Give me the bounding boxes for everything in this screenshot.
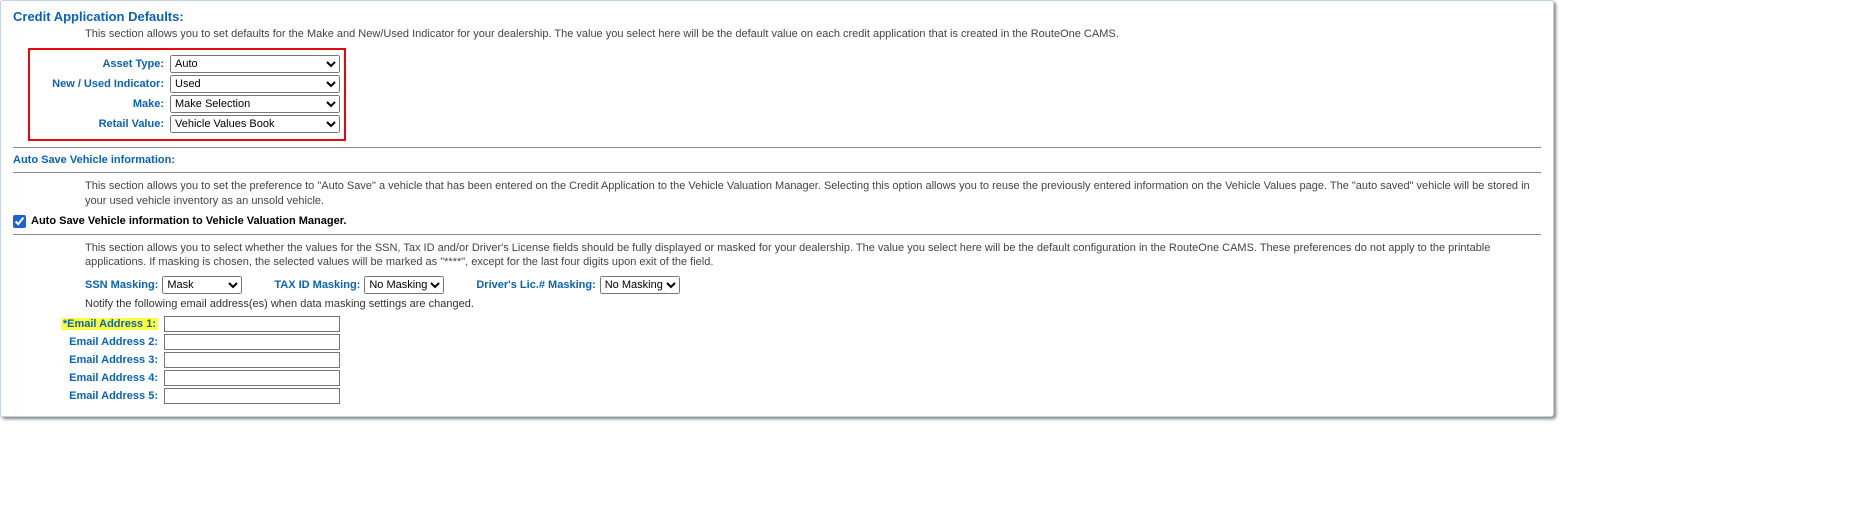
tax-masking-select[interactable]: No Masking	[364, 276, 444, 294]
make-label: Make:	[34, 98, 170, 110]
new-used-label: New / Used Indicator:	[34, 78, 170, 90]
email-4-input[interactable]	[164, 370, 340, 386]
make-select[interactable]: Make Selection	[170, 95, 340, 113]
masking-row: SSN Masking: Mask TAX ID Masking: No Mas…	[13, 276, 1541, 294]
autosave-title: Auto Save Vehicle information:	[13, 154, 1541, 166]
email-4-label: Email Address 4:	[28, 372, 164, 384]
email-1-label: *Email Address 1:	[28, 318, 164, 330]
new-used-select[interactable]: Used	[170, 75, 340, 93]
dl-masking-select[interactable]: No Masking	[600, 276, 680, 294]
asset-type-select[interactable]: Auto	[170, 55, 340, 73]
divider	[13, 234, 1541, 235]
email-2-input[interactable]	[164, 334, 340, 350]
masking-description: This section allows you to select whethe…	[85, 241, 1541, 271]
defaults-highlight-box: Asset Type: Auto New / Used Indicator: U…	[28, 48, 346, 141]
section-description: This section allows you to set defaults …	[85, 27, 1541, 42]
section-title: Credit Application Defaults:	[13, 9, 1541, 24]
email-3-label: Email Address 3:	[28, 354, 164, 366]
email-1-input[interactable]	[164, 316, 340, 332]
email-5-input[interactable]	[164, 388, 340, 404]
asset-type-label: Asset Type:	[34, 58, 170, 70]
divider	[13, 172, 1541, 173]
tax-masking-label: TAX ID Masking:	[274, 279, 360, 291]
autosave-checkbox-label: Auto Save Vehicle information to Vehicle…	[31, 215, 346, 227]
autosave-checkbox-row: Auto Save Vehicle information to Vehicle…	[13, 215, 1541, 228]
dl-masking-label: Driver's Lic.# Masking:	[476, 279, 595, 291]
divider	[13, 147, 1541, 148]
email-3-input[interactable]	[164, 352, 340, 368]
retail-value-label: Retail Value:	[34, 118, 170, 130]
ssn-masking-label: SSN Masking:	[85, 279, 158, 291]
autosave-checkbox[interactable]	[13, 215, 26, 228]
email-5-label: Email Address 5:	[28, 390, 164, 402]
retail-value-select[interactable]: Vehicle Values Book	[170, 115, 340, 133]
ssn-masking-select[interactable]: Mask	[162, 276, 242, 294]
credit-app-defaults-panel: Credit Application Defaults: This sectio…	[0, 0, 1554, 417]
autosave-description: This section allows you to set the prefe…	[85, 179, 1541, 209]
notify-text: Notify the following email address(es) w…	[13, 298, 1541, 310]
email-2-label: Email Address 2:	[28, 336, 164, 348]
